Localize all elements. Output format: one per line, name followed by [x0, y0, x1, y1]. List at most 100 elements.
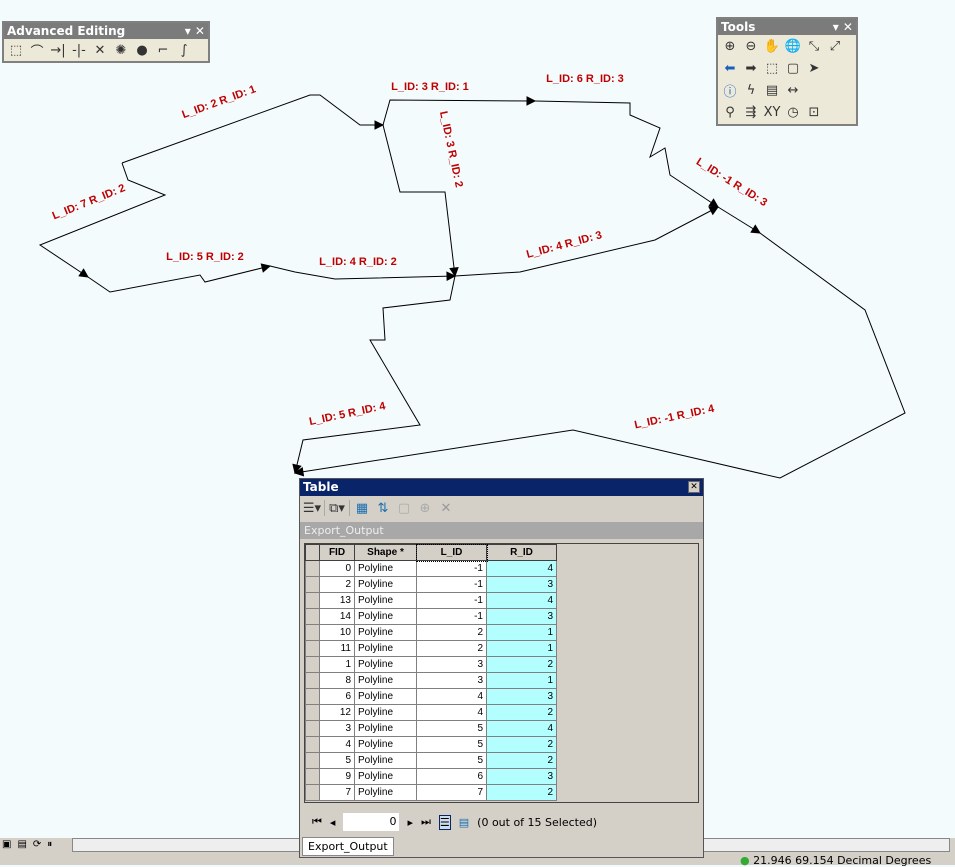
table-cell[interactable]: 1: [486, 624, 557, 641]
table-cell[interactable]: 2: [486, 704, 557, 721]
fixed-zoom-in-icon[interactable]: ⤡: [805, 37, 823, 55]
select-elements-icon[interactable]: ➤: [805, 59, 823, 77]
delete-selected-icon[interactable]: ✕: [437, 499, 455, 517]
zoom-in-icon[interactable]: ⊕: [721, 37, 739, 55]
close-icon[interactable]: ▾ ✕: [833, 19, 853, 35]
align-to-shape-icon[interactable]: ⌐: [154, 41, 172, 59]
clear-selection-icon[interactable]: ▢: [784, 59, 802, 77]
table-cell[interactable]: Polyline: [354, 784, 417, 801]
time-slider-icon[interactable]: ◷: [784, 103, 802, 121]
table-cell[interactable]: 6: [416, 768, 487, 785]
table-row[interactable]: 11 Polyline 2 1: [305, 640, 557, 657]
table-cell[interactable]: 4: [416, 704, 487, 721]
table-cell[interactable]: Polyline: [354, 688, 417, 705]
row-selector[interactable]: [305, 688, 320, 705]
table-row[interactable]: 8 Polyline 3 1: [305, 672, 557, 689]
table-cell[interactable]: Polyline: [354, 592, 417, 609]
close-button[interactable]: ✕: [688, 481, 700, 493]
show-all-records-icon[interactable]: ☰: [438, 814, 451, 830]
table-cell[interactable]: Polyline: [354, 736, 417, 753]
table-cell[interactable]: 2: [486, 736, 557, 753]
table-cell[interactable]: 1: [319, 656, 355, 673]
table-cell[interactable]: 3: [486, 608, 557, 625]
table-row[interactable]: 2 Polyline -1 3: [305, 576, 557, 593]
table-options-icon[interactable]: ☰▾: [303, 499, 321, 517]
fixed-zoom-out-icon[interactable]: ⤢: [826, 37, 844, 55]
magnifier-icon[interactable]: ⊡: [805, 103, 823, 121]
polyline-feature[interactable]: [87, 265, 271, 293]
html-popup-icon[interactable]: ▤: [763, 81, 781, 99]
select-by-attributes-icon[interactable]: ▦: [353, 499, 371, 517]
row-selector[interactable]: [305, 704, 320, 721]
table-cell[interactable]: -1: [416, 608, 487, 625]
table-cell[interactable]: 2: [319, 576, 355, 593]
row-selector[interactable]: [305, 720, 320, 737]
table-cell[interactable]: 4: [486, 720, 557, 737]
table-cell[interactable]: 12: [319, 704, 355, 721]
row-selector[interactable]: [305, 784, 320, 801]
table-cell[interactable]: 6: [319, 688, 355, 705]
previous-record-icon[interactable]: ◂: [330, 816, 336, 829]
fillet-icon[interactable]: ⌒: [28, 41, 46, 60]
table-cell[interactable]: 7: [416, 784, 487, 801]
table-cell[interactable]: 2: [486, 656, 557, 673]
zoom-to-selected-icon[interactable]: ⊕: [416, 499, 434, 517]
line-intersection-icon[interactable]: ✕: [91, 41, 109, 59]
table-cell[interactable]: 3: [416, 672, 487, 689]
last-record-icon[interactable]: ⏭: [421, 815, 431, 829]
table-cell[interactable]: 1: [486, 672, 557, 689]
table-cell[interactable]: Polyline: [354, 624, 417, 641]
table-row[interactable]: 4 Polyline 5 2: [305, 736, 557, 753]
table-row[interactable]: 14 Polyline -1 3: [305, 608, 557, 625]
smooth-icon[interactable]: ∫: [175, 41, 193, 59]
table-cell[interactable]: Polyline: [354, 608, 417, 625]
zoom-out-icon[interactable]: ⊖: [742, 37, 760, 55]
table-cell[interactable]: 0: [319, 560, 355, 577]
trim-icon[interactable]: -|-: [70, 41, 88, 59]
row-selector[interactable]: [305, 736, 320, 753]
row-selector[interactable]: [305, 672, 320, 689]
table-cell[interactable]: 5: [416, 736, 487, 753]
table-cell[interactable]: Polyline: [354, 768, 417, 785]
extend-icon[interactable]: →|: [49, 41, 67, 59]
first-record-icon[interactable]: ⏮: [312, 815, 322, 829]
table-cell[interactable]: 13: [319, 592, 355, 609]
table-cell[interactable]: -1: [416, 560, 487, 577]
row-selector[interactable]: [305, 560, 320, 577]
table-cell[interactable]: -1: [416, 576, 487, 593]
select-all-header[interactable]: [305, 544, 320, 561]
show-selected-records-icon[interactable]: ▤: [459, 816, 469, 829]
polyline-feature[interactable]: [382, 99, 536, 126]
table-cell[interactable]: Polyline: [354, 720, 417, 737]
find-route-icon[interactable]: ⇶: [742, 103, 760, 121]
polyline-feature[interactable]: [121, 94, 383, 164]
clear-selection-icon[interactable]: ▢: [395, 499, 413, 517]
pause-icon[interactable]: ⏸: [47, 839, 52, 850]
table-cell[interactable]: Polyline: [354, 576, 417, 593]
full-extent-icon[interactable]: 🌐: [784, 37, 802, 55]
table-cell[interactable]: Polyline: [354, 704, 417, 721]
table-cell[interactable]: 1: [486, 640, 557, 657]
row-selector[interactable]: [305, 608, 320, 625]
table-row[interactable]: 1 Polyline 3 2: [305, 656, 557, 673]
next-record-icon[interactable]: ▸: [407, 816, 413, 829]
table-cell[interactable]: 4: [486, 592, 557, 609]
table-cell[interactable]: Polyline: [354, 752, 417, 769]
table-row[interactable]: 12 Polyline 4 2: [305, 704, 557, 721]
column-header[interactable]: Shape *: [354, 544, 417, 561]
table-cell[interactable]: 3: [486, 768, 557, 785]
table-row[interactable]: 5 Polyline 5 2: [305, 752, 557, 769]
forward-icon[interactable]: ➡: [742, 59, 760, 77]
identify-icon[interactable]: ⓘ: [721, 81, 739, 100]
table-row[interactable]: 7 Polyline 7 2: [305, 784, 557, 801]
table-row[interactable]: 3 Polyline 5 4: [305, 720, 557, 737]
table-cell[interactable]: 10: [319, 624, 355, 641]
column-header[interactable]: FID: [319, 544, 355, 561]
row-selector[interactable]: [305, 576, 320, 593]
table-cell[interactable]: 4: [486, 560, 557, 577]
polyline-feature[interactable]: [382, 124, 456, 277]
table-row[interactable]: 6 Polyline 4 3: [305, 688, 557, 705]
row-selector[interactable]: [305, 592, 320, 609]
table-cell[interactable]: 3: [486, 688, 557, 705]
row-selector[interactable]: [305, 640, 320, 657]
